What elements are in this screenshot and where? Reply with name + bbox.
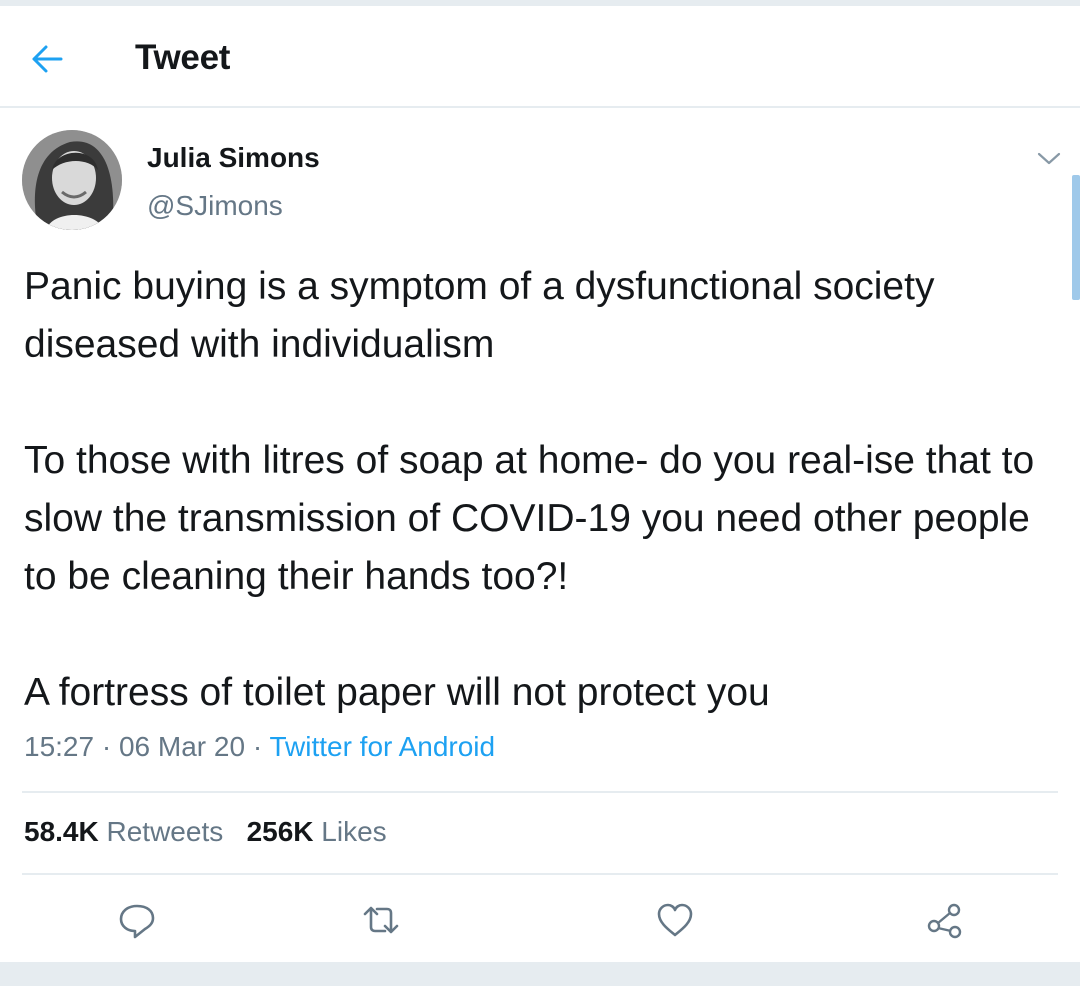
chevron-down-icon [1037, 152, 1061, 165]
avatar[interactable] [22, 130, 122, 230]
share-icon [927, 903, 962, 939]
like-button[interactable] [651, 896, 699, 944]
arrow-left-icon [32, 45, 63, 73]
likes-count: 256K [246, 816, 314, 847]
meta-separator: · [252, 731, 263, 762]
author-handle[interactable]: @SJimons [147, 190, 283, 222]
tweet-meta: 15:27 · 06 Mar 20 · Twitter for Android [24, 731, 495, 763]
bottom-strip [0, 962, 1080, 986]
tweet-paragraph: Panic buying is a symptom of a dysfuncti… [24, 265, 935, 366]
divider [22, 791, 1058, 793]
meta-separator: · [101, 731, 112, 762]
retweets-count: 58.4K [24, 816, 99, 847]
tweet-paragraph: To those with litres of soap at home- do… [24, 439, 1035, 598]
heart-icon [657, 903, 693, 937]
tweet-date: 06 Mar 20 [118, 731, 246, 762]
scrollbar[interactable] [1072, 175, 1080, 300]
tweet-text: Panic buying is a symptom of a dysfuncti… [24, 258, 1064, 722]
share-button[interactable] [920, 896, 968, 944]
tweet-paragraph: A fortress of toilet paper will not prot… [24, 671, 770, 714]
divider [22, 873, 1058, 875]
retweets-stat[interactable]: 58.4K Retweets [24, 816, 223, 847]
more-options-button[interactable] [1032, 145, 1066, 173]
retweets-label: Retweets [106, 816, 224, 847]
author-name[interactable]: Julia Simons [147, 142, 320, 174]
likes-label: Likes [321, 816, 387, 847]
reply-icon [119, 904, 155, 939]
back-button[interactable] [22, 34, 72, 84]
tweet-time: 15:27 [24, 731, 95, 762]
page-title: Tweet [135, 38, 231, 77]
tweet-actions [0, 890, 1080, 950]
retweet-button[interactable] [357, 896, 405, 944]
tweet-stats: 58.4K Retweets 256K Likes [24, 816, 387, 848]
likes-stat[interactable]: 256K Likes [247, 816, 387, 847]
avatar-portrait-image [22, 130, 122, 230]
reply-button[interactable] [113, 896, 161, 944]
retweet-icon [363, 906, 399, 934]
app-header: Tweet [0, 6, 1080, 108]
tweet-source-link[interactable]: Twitter for Android [269, 731, 495, 762]
